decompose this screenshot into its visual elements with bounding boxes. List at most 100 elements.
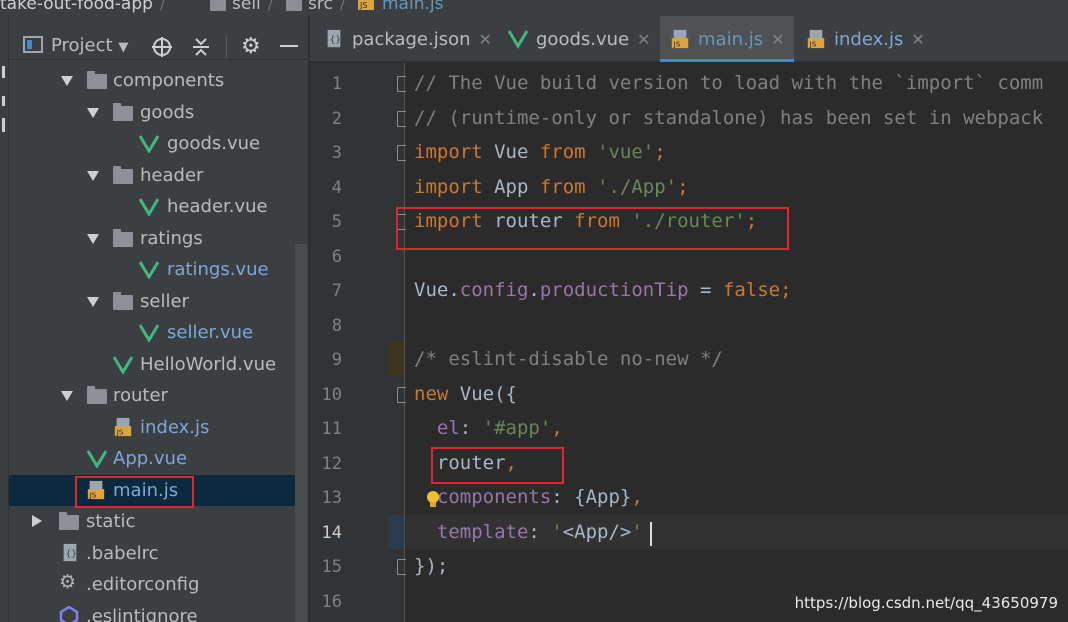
breadcrumb-sell[interactable]: sell /	[210, 0, 281, 14]
vue-file-icon	[139, 198, 159, 216]
line-number: 3	[331, 143, 342, 163]
line-number: 1	[331, 74, 342, 94]
close-icon[interactable]: ✕	[479, 30, 492, 49]
change-marker	[388, 342, 404, 376]
current-line-number: 14	[321, 523, 342, 543]
watermark: https://blog.csdn.net/qq_43650979	[794, 594, 1058, 612]
line-number: 13	[321, 488, 342, 508]
highlight-box-main-js	[75, 476, 194, 508]
js-file-icon: JS	[114, 417, 132, 436]
editor-tab-bar: {} package.json ✕ goods.vue ✕ JS main.js ✕ …	[310, 16, 1068, 62]
lightbulb-icon[interactable]	[426, 491, 440, 509]
project-toolbar: Project ▼ ⚙	[9, 16, 308, 60]
project-view-icon	[23, 36, 43, 53]
gear-icon[interactable]: ⚙	[241, 34, 261, 59]
locate-target-icon[interactable]	[151, 36, 173, 58]
vue-file-icon	[139, 324, 159, 342]
folder-icon	[286, 0, 302, 11]
project-panel: Project ▼ ⚙ components goods goods.vue h…	[9, 16, 309, 622]
tree-folder-goods[interactable]: goods	[9, 97, 299, 128]
json-file-icon: {}	[327, 29, 341, 48]
tree-folder-static[interactable]: static	[9, 506, 299, 537]
vue-file-icon	[113, 356, 133, 374]
code-line-13: components: {App},	[414, 486, 643, 508]
tree-file-editorconfig[interactable]: ⚙ .editorconfig	[9, 569, 299, 600]
svg-text:{}: {}	[329, 36, 341, 46]
folder-icon	[113, 103, 133, 121]
config-file-icon: {}	[63, 543, 77, 562]
minimize-icon[interactable]	[280, 45, 298, 47]
tree-folder-seller[interactable]: seller	[9, 286, 299, 317]
code-line-11: el: '#app',	[414, 417, 563, 439]
expand-arrow-icon[interactable]	[87, 234, 99, 244]
tree-file-eslintignore[interactable]: .eslintignore	[9, 601, 299, 622]
svg-text:JS: JS	[359, 1, 367, 10]
folder-icon	[59, 512, 79, 530]
tree-file-helloworld-vue[interactable]: HelloWorld.vue	[9, 349, 299, 380]
text-caret	[650, 522, 652, 546]
code-line-7: Vue.config.productionTip = false;	[414, 279, 792, 301]
tab-index-js[interactable]: JS index.js ✕	[806, 16, 936, 62]
js-file-icon: JS	[671, 29, 689, 48]
expand-arrow-icon[interactable]	[87, 297, 99, 307]
line-number: 7	[331, 281, 342, 301]
strip-mark	[2, 96, 5, 106]
close-icon[interactable]: ✕	[637, 30, 650, 49]
folder-icon	[87, 386, 107, 404]
collapsed-arrow-icon[interactable]	[32, 515, 42, 527]
tree-folder-router[interactable]: router	[9, 380, 299, 411]
tree-folder-components[interactable]: components	[9, 65, 299, 96]
expand-arrow-icon[interactable]	[87, 108, 99, 118]
code-line-2: // (runtime-only or standalone) has been…	[414, 107, 1044, 129]
highlight-box-import-router	[396, 207, 789, 250]
line-number: 15	[321, 557, 342, 577]
tool-window-strip	[0, 16, 9, 622]
tree-file-goods-vue[interactable]: goods.vue	[9, 128, 299, 159]
tree-folder-header[interactable]: header	[9, 160, 299, 191]
strip-mark	[2, 118, 5, 132]
tree-file-app-vue[interactable]: App.vue	[9, 443, 299, 474]
svg-text:JS: JS	[116, 427, 124, 436]
breadcrumb-main-js[interactable]: JS main.js	[356, 0, 443, 14]
line-number: 12	[321, 454, 342, 474]
breadcrumb-src[interactable]: src /	[286, 0, 353, 14]
tab-package-json[interactable]: {} package.json ✕	[324, 16, 494, 62]
line-number: 9	[331, 350, 342, 370]
line-number: 16	[321, 592, 342, 612]
folder-icon	[210, 0, 226, 11]
tree-file-ratings-vue[interactable]: ratings.vue	[9, 254, 299, 285]
strip-mark	[2, 66, 5, 78]
expand-arrow-icon[interactable]	[61, 391, 73, 401]
close-icon[interactable]: ✕	[771, 30, 784, 49]
tree-file-header-vue[interactable]: header.vue	[9, 191, 299, 222]
js-file-icon: JS	[807, 29, 825, 48]
project-view-selector[interactable]: Project ▼	[51, 35, 128, 56]
tree-folder-ratings[interactable]: ratings	[9, 223, 299, 254]
vue-file-icon	[87, 450, 107, 468]
code-line-10: new Vue({	[414, 383, 517, 405]
folder-icon	[113, 166, 133, 184]
tab-main-js[interactable]: JS main.js ✕	[660, 16, 794, 62]
chevron-down-icon: ▼	[118, 40, 129, 55]
tree-file-babelrc[interactable]: {} .babelrc	[9, 538, 299, 569]
code-editor[interactable]: // The Vue build version to load with th…	[406, 63, 1068, 622]
code-line-9: /* eslint-disable no-new */	[414, 348, 723, 370]
expand-arrow-icon[interactable]	[87, 171, 99, 181]
folder-icon	[113, 229, 133, 247]
close-icon[interactable]: ✕	[911, 30, 924, 49]
line-number: 4	[331, 178, 342, 198]
tree-file-index-js[interactable]: JS index.js	[9, 412, 299, 443]
collapse-all-icon[interactable]	[191, 36, 211, 58]
code-line-15: });	[414, 555, 449, 577]
project-scrollbar[interactable]	[295, 244, 307, 622]
tab-goods-vue[interactable]: goods.vue ✕	[508, 16, 658, 62]
code-line-1: // The Vue build version to load with th…	[414, 72, 1044, 94]
folder-icon	[113, 292, 133, 310]
expand-arrow-icon[interactable]	[61, 76, 73, 86]
eslint-icon	[59, 606, 79, 622]
tree-file-seller-vue[interactable]: seller.vue	[9, 317, 299, 348]
code-line-14: template: '<App/>'	[414, 521, 643, 543]
vue-file-icon	[139, 261, 159, 279]
breadcrumb-project[interactable]: take-out-food-app /	[0, 0, 173, 14]
line-number: 10	[321, 385, 342, 405]
